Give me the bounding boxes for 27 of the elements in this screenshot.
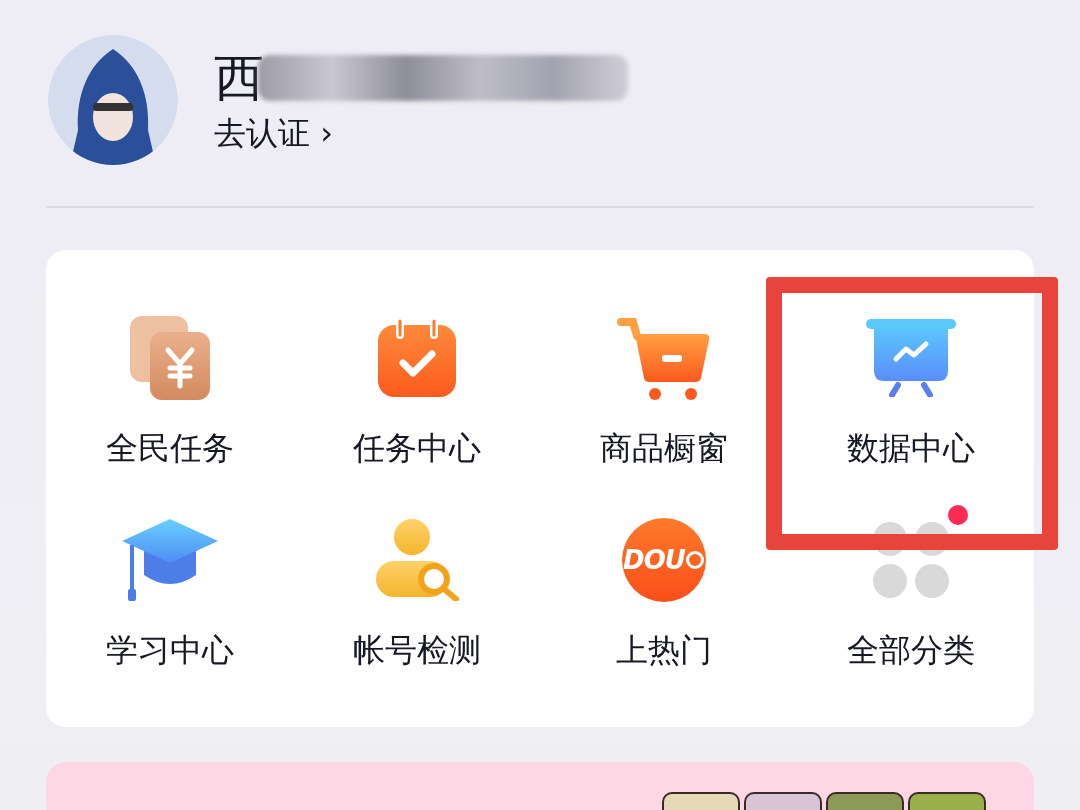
user-search-icon [373,519,460,601]
service-label: 帐号检测 [352,630,481,671]
shopping-cart-icon [616,315,711,400]
service-item[interactable]: 帐号检测 [293,494,540,697]
service-label: 全民任务 [105,427,234,469]
service-label: 商品橱窗 [599,427,728,469]
grid-icon [872,522,949,598]
service-label: 任务中心 [352,427,481,469]
service-label: 数据中心 [846,427,975,469]
service-item[interactable]: 商品橱窗 [540,292,787,495]
service-item[interactable]: 全民任务 [46,292,293,495]
dou-plus-logo: DOU [621,518,706,602]
service-item[interactable]: 学习中心 [46,494,293,697]
service-label: 上热门 [615,630,712,671]
service-label: 学习中心 [105,630,234,671]
avatar-silhouette[interactable] [48,35,178,165]
service-label: 全部分类 [846,630,975,671]
coins-icon [129,315,210,400]
service-item[interactable]: DOU 上热门 [540,494,787,697]
service-item[interactable]: 全部分类 [787,494,1034,697]
calendar-check-icon [377,318,456,397]
user-name: 西 [214,48,264,109]
service-item[interactable]: 任务中心 [293,292,540,495]
service-item[interactable]: 数据中心 [787,292,1034,495]
verify-link[interactable]: 去认证 › [214,113,628,153]
presentation-chart-icon [865,318,956,397]
graduation-cap-icon [121,519,218,601]
